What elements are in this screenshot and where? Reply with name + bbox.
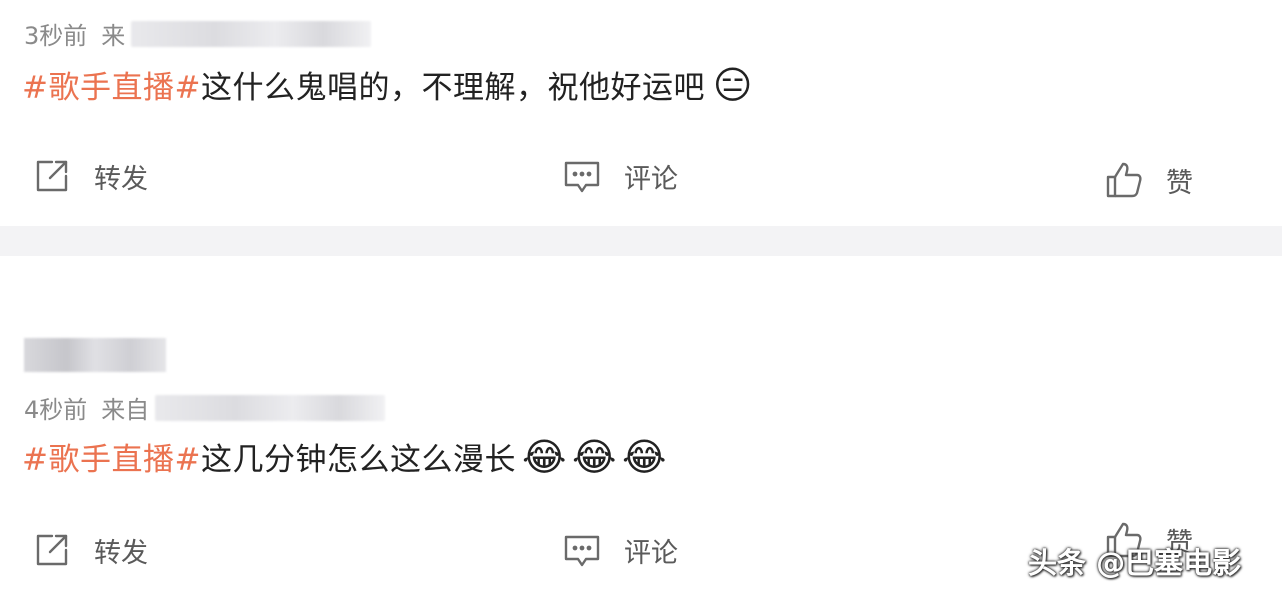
forward-button[interactable]: 转发 <box>32 530 148 570</box>
post-meta: 4秒前 来自 <box>24 390 386 425</box>
post-source-redacted <box>155 394 386 421</box>
post-content: #歌手直播# 这几分钟怎么这么漫长 😂 😂 😂 <box>22 434 666 479</box>
forward-button[interactable]: 转发 <box>32 156 148 196</box>
post-text: 这几分钟怎么这么漫长 <box>200 442 516 478</box>
post-hashtag-link[interactable]: #歌手直播# <box>22 62 201 107</box>
post-source-label: 来自 <box>101 396 150 424</box>
feed-post: 3秒前 来 #歌手直播# 这什么鬼唱的，不理解，祝他好运吧 😑 转发 评论 赞 <box>0 0 1282 226</box>
username-redacted <box>24 338 166 372</box>
comment-icon <box>562 530 602 570</box>
speechless-emoji-icon: 😑 <box>712 62 754 107</box>
comment-icon <box>562 156 602 196</box>
comment-label: 评论 <box>624 163 678 195</box>
forward-label: 转发 <box>94 163 148 195</box>
comment-button[interactable]: 评论 <box>562 156 678 196</box>
forward-label: 转发 <box>94 537 148 569</box>
share-icon <box>32 156 72 196</box>
watermark: 头条 @巴塞电影 <box>1028 546 1242 580</box>
post-meta: 3秒前 来 <box>24 16 372 51</box>
comment-label: 评论 <box>624 537 678 569</box>
like-label: 赞 <box>1166 167 1193 199</box>
post-source-redacted <box>131 20 372 47</box>
post-content: #歌手直播# 这什么鬼唱的，不理解，祝他好运吧 😑 <box>22 62 755 107</box>
post-source-label: 来 <box>101 22 126 50</box>
post-separator <box>0 226 1282 256</box>
like-button[interactable]: 赞 <box>1104 160 1193 200</box>
laughing-crying-emoji-icon: 😂 <box>571 434 617 479</box>
laughing-crying-emoji-icon: 😂 <box>521 434 567 479</box>
post-time: 4秒前 <box>24 396 88 424</box>
share-icon <box>32 530 72 570</box>
post-hashtag-link[interactable]: #歌手直播# <box>22 434 201 479</box>
post-action-bar: 转发 评论 赞 <box>0 156 1282 199</box>
laughing-crying-emoji-icon: 😂 <box>621 434 667 479</box>
thumbs-up-icon <box>1104 160 1144 200</box>
comment-button[interactable]: 评论 <box>562 530 678 570</box>
post-time: 3秒前 <box>24 22 88 50</box>
post-text: 这什么鬼唱的，不理解，祝他好运吧 <box>200 70 705 106</box>
